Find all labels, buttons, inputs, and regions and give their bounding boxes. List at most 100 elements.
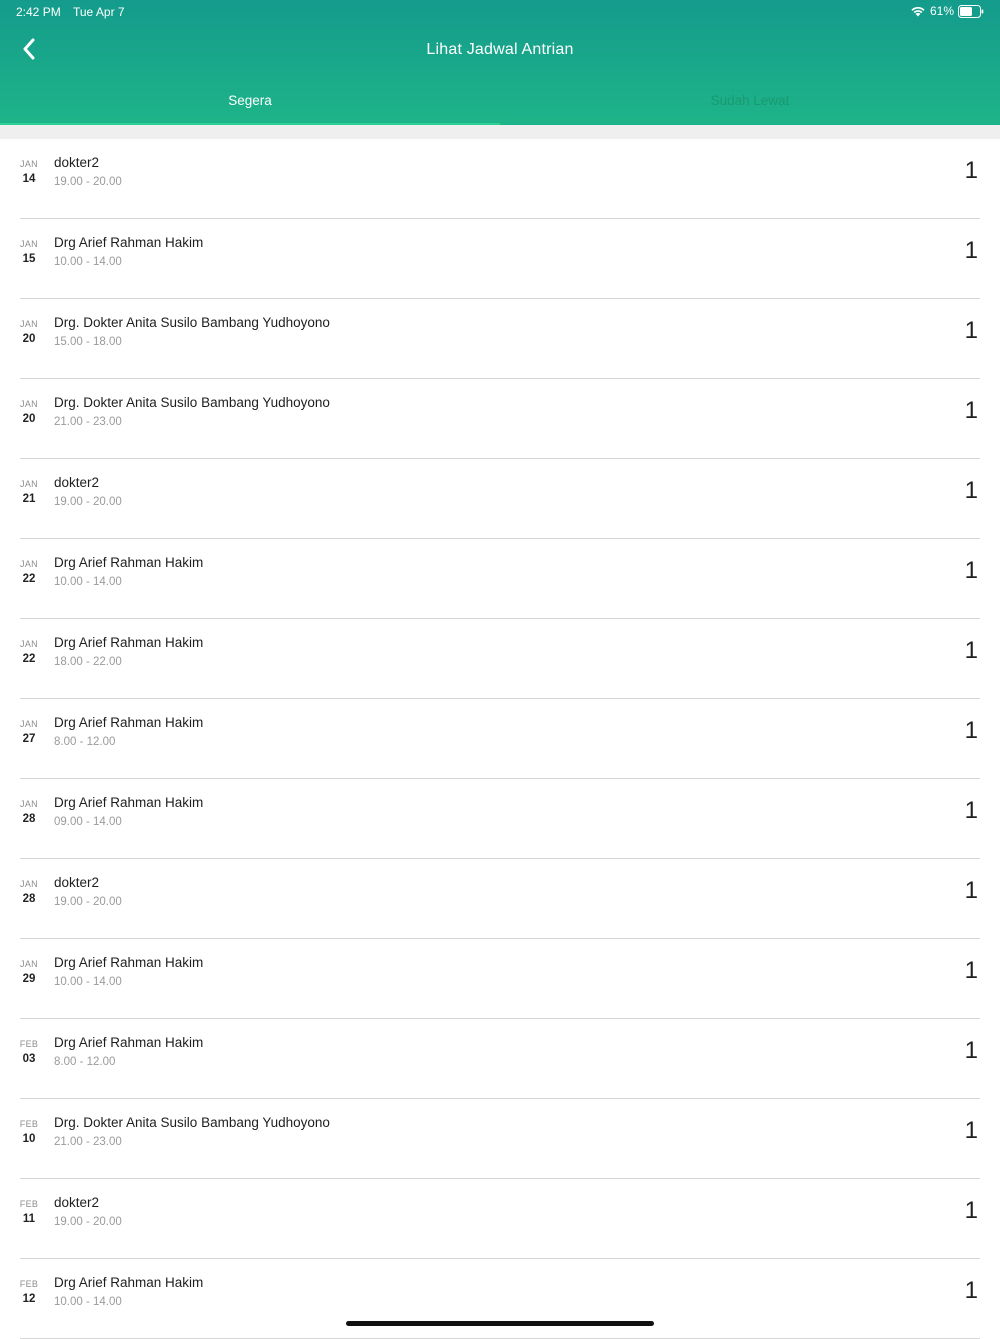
status-bar: 2:42 PM Tue Apr 7 61% [0,0,1000,24]
list-header-spacer [0,125,1000,139]
doctor-name: Drg Arief Rahman Hakim [54,555,204,570]
date-block: JAN 20 [14,319,44,348]
doctor-name: dokter2 [54,475,100,490]
date-month: JAN [20,159,38,169]
queue-number: 1 [964,1117,978,1144]
doctor-name: Drg. Dokter Anita Susilo Bambang Yudhoyo… [54,395,330,410]
tab-bar: Segera Sudah Lewat [0,80,1000,125]
time-range: 10.00 - 14.00 [54,976,122,988]
date-month: FEB [19,1039,39,1049]
app-header: 2:42 PM Tue Apr 7 61% Lihat Jadwal Antri… [0,0,1000,125]
time-range: 21.00 - 23.00 [54,416,122,428]
time-range: 18.00 - 22.00 [54,656,122,668]
time-range: 19.00 - 20.00 [54,496,122,508]
page-title: Lihat Jadwal Antrian [426,41,574,58]
list-item[interactable]: JAN 22 Drg Arief Rahman Hakim 18.00 - 22… [0,619,1000,699]
time-range: 21.00 - 23.00 [54,1136,122,1148]
date-day: 27 [22,733,36,745]
queue-number: 1 [964,477,978,504]
date-day: 28 [22,893,36,905]
date-block: FEB 10 [14,1119,44,1148]
date-block: JAN 15 [14,239,44,268]
time-range: 19.00 - 20.00 [54,1216,122,1228]
list-item[interactable]: JAN 22 Drg Arief Rahman Hakim 10.00 - 14… [0,539,1000,619]
list-item[interactable]: JAN 15 Drg Arief Rahman Hakim 10.00 - 14… [0,219,1000,299]
queue-number: 1 [964,957,978,984]
date-day: 28 [22,813,36,825]
appointment-list: JAN 14 dokter2 19.00 - 20.00 1 JAN 15 Dr… [0,139,1000,1339]
doctor-name: Drg. Dokter Anita Susilo Bambang Yudhoyo… [54,1115,330,1130]
date-month: JAN [20,239,38,249]
date-block: FEB 03 [14,1039,44,1068]
list-item[interactable]: JAN 28 dokter2 19.00 - 20.00 1 [0,859,1000,939]
list-item[interactable]: FEB 03 Drg Arief Rahman Hakim 8.00 - 12.… [0,1019,1000,1099]
doctor-name: Drg Arief Rahman Hakim [54,955,204,970]
list-item[interactable]: JAN 20 Drg. Dokter Anita Susilo Bambang … [0,299,1000,379]
time-range: 19.00 - 20.00 [54,896,122,908]
time-range: 15.00 - 18.00 [54,336,122,348]
date-day: 20 [22,413,36,425]
date-day: 11 [22,1213,36,1225]
date-day: 21 [22,493,36,505]
tab-sudah-lewat[interactable]: Sudah Lewat [500,80,1000,125]
list-item[interactable]: FEB 12 Drg Arief Rahman Hakim 10.00 - 14… [0,1259,1000,1339]
date-block: JAN 21 [14,479,44,508]
queue-number: 1 [964,397,978,424]
date-block: JAN 20 [14,399,44,428]
date-month: JAN [20,959,38,969]
date-month: FEB [19,1199,39,1209]
date-month: JAN [20,479,38,489]
date-month: JAN [20,399,38,409]
date-month: FEB [19,1119,39,1129]
date-day: 22 [22,653,36,665]
tab-segera[interactable]: Segera [0,80,500,125]
date-month: JAN [20,639,38,649]
status-indicators: 61% [910,4,984,18]
list-item[interactable]: FEB 11 dokter2 19.00 - 20.00 1 [0,1179,1000,1259]
queue-number: 1 [964,557,978,584]
date-block: JAN 27 [14,719,44,748]
list-item[interactable]: JAN 21 dokter2 19.00 - 20.00 1 [0,459,1000,539]
list-item[interactable]: JAN 14 dokter2 19.00 - 20.00 1 [0,139,1000,219]
time-range: 10.00 - 14.00 [54,1296,122,1308]
date-month: JAN [20,719,38,729]
time-range: 8.00 - 12.00 [54,736,116,748]
list-item[interactable]: JAN 20 Drg. Dokter Anita Susilo Bambang … [0,379,1000,459]
date-month: JAN [20,799,38,809]
queue-number: 1 [964,877,978,904]
doctor-name: Drg Arief Rahman Hakim [54,635,204,650]
time-range: 09.00 - 14.00 [54,816,122,828]
date-block: JAN 28 [14,799,44,828]
date-day: 15 [22,253,36,265]
queue-number: 1 [964,237,978,264]
time-range: 19.00 - 20.00 [54,176,122,188]
doctor-name: Drg Arief Rahman Hakim [54,235,204,250]
queue-number: 1 [964,1037,978,1064]
date-month: JAN [20,319,38,329]
doctor-name: dokter2 [54,1195,100,1210]
list-item[interactable]: FEB 10 Drg. Dokter Anita Susilo Bambang … [0,1099,1000,1179]
date-day: 29 [22,973,36,985]
date-month: JAN [20,559,38,569]
date-day: 20 [22,333,36,345]
status-date: Tue Apr 7 [73,5,125,19]
navigation-bar: Lihat Jadwal Antrian [0,28,1000,74]
doctor-name: Drg. Dokter Anita Susilo Bambang Yudhoyo… [54,315,330,330]
list-item[interactable]: JAN 28 Drg Arief Rahman Hakim 09.00 - 14… [0,779,1000,859]
queue-number: 1 [964,1277,978,1304]
list-item[interactable]: JAN 29 Drg Arief Rahman Hakim 10.00 - 14… [0,939,1000,1019]
tab-label: Sudah Lewat [710,93,790,108]
doctor-name: Drg Arief Rahman Hakim [54,1275,204,1290]
date-block: JAN 14 [14,159,44,188]
date-block: JAN 22 [14,639,44,668]
tab-label: Segera [228,93,272,108]
doctor-name: Drg Arief Rahman Hakim [54,795,204,810]
list-item[interactable]: JAN 27 Drg Arief Rahman Hakim 8.00 - 12.… [0,699,1000,779]
date-block: FEB 11 [14,1199,44,1228]
time-range: 10.00 - 14.00 [54,256,122,268]
status-time: 2:42 PM [16,5,61,19]
doctor-name: dokter2 [54,875,100,890]
battery-percent: 61% [929,4,954,18]
doctor-name: dokter2 [54,155,100,170]
queue-number: 1 [964,717,978,744]
